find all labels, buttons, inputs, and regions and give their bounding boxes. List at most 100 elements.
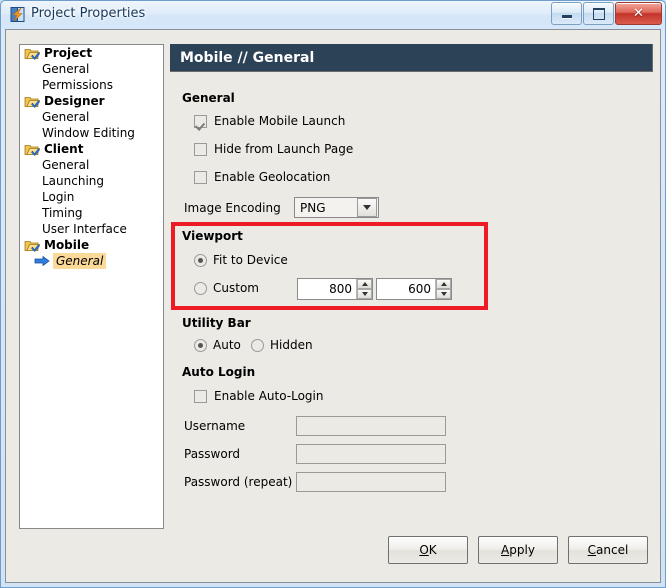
- panel-body: General Enable Mobile Launch Hide from L…: [170, 73, 648, 522]
- tree-item-designer-general[interactable]: General: [20, 109, 163, 125]
- image-encoding-row: Image Encoding PNG: [184, 197, 379, 218]
- viewport-height-value: 600: [377, 279, 435, 299]
- ok-button[interactable]: OK: [388, 536, 468, 564]
- hide-from-launch-page-checkbox[interactable]: Hide from Launch Page: [194, 142, 353, 156]
- tree-item-label: General: [53, 253, 106, 269]
- apply-button[interactable]: Apply: [478, 536, 558, 564]
- checkbox-icon: [194, 390, 207, 403]
- settings-tree[interactable]: Project General Permissions Designer Gen…: [19, 44, 164, 529]
- ignition-bolt-icon: [9, 6, 26, 23]
- checkbox-label: Enable Auto-Login: [214, 389, 323, 403]
- general-group-title: General: [182, 91, 235, 105]
- tree-item-label: Project: [44, 46, 92, 60]
- stepper-buttons: [435, 279, 451, 299]
- ok-button-mnemonic: O: [419, 543, 428, 557]
- radio-icon: [251, 339, 264, 352]
- checkbox-label: Hide from Launch Page: [214, 142, 353, 156]
- stepper-up-icon[interactable]: [436, 279, 451, 289]
- tree-item-client-general[interactable]: General: [20, 157, 163, 173]
- radio-label: Auto: [213, 338, 241, 352]
- dialog-body: Project General Permissions Designer Gen…: [5, 29, 661, 583]
- tree-item-label: Window Editing: [42, 126, 135, 140]
- password-repeat-row: Password (repeat): [184, 472, 446, 492]
- tree-item-project[interactable]: Project: [20, 45, 163, 61]
- tree-item-client[interactable]: Client: [20, 141, 163, 157]
- settings-content: Mobile // General General Enable Mobile …: [170, 44, 648, 522]
- password-label: Password: [184, 447, 296, 461]
- tree-item-designer[interactable]: Designer: [20, 93, 163, 109]
- checkbox-icon: [194, 143, 207, 156]
- tree-item-label: General: [42, 110, 89, 124]
- minimize-button[interactable]: [551, 2, 582, 25]
- checkbox-label: Enable Mobile Launch: [214, 114, 345, 128]
- radio-label: Fit to Device: [213, 253, 288, 267]
- ok-button-label: K: [429, 543, 437, 557]
- tree-item-client-login[interactable]: Login: [20, 189, 163, 205]
- viewport-height-stepper[interactable]: 600: [376, 278, 452, 300]
- tree-item-client-user-interface[interactable]: User Interface: [20, 221, 163, 237]
- stepper-buttons: [356, 279, 372, 299]
- tree-item-label: General: [42, 158, 89, 172]
- tree-item-label: Designer: [44, 94, 105, 108]
- tree-item-label: Mobile: [44, 238, 89, 252]
- image-encoding-select[interactable]: PNG: [294, 197, 379, 218]
- viewport-custom-radio[interactable]: Custom: [194, 281, 259, 295]
- stepper-up-icon[interactable]: [357, 279, 372, 289]
- checkbox-icon: [194, 115, 207, 128]
- password-repeat-label: Password (repeat): [184, 475, 296, 489]
- enable-geolocation-checkbox[interactable]: Enable Geolocation: [194, 170, 330, 184]
- utility-bar-hidden-radio[interactable]: Hidden: [251, 338, 313, 352]
- viewport-width-value: 800: [298, 279, 356, 299]
- username-row: Username: [184, 416, 446, 436]
- username-input[interactable]: [296, 416, 446, 436]
- utility-bar-auto-radio[interactable]: Auto: [194, 338, 241, 352]
- tree-item-client-timing[interactable]: Timing: [20, 205, 163, 221]
- close-button[interactable]: ✕: [615, 2, 662, 25]
- minimize-icon: [562, 15, 572, 18]
- username-label: Username: [184, 419, 296, 433]
- folder-check-icon: [24, 142, 40, 156]
- tree-item-mobile[interactable]: Mobile: [20, 237, 163, 253]
- radio-label: Custom: [213, 281, 259, 295]
- checkbox-label: Enable Geolocation: [214, 170, 330, 184]
- close-icon: ✕: [633, 7, 644, 20]
- tree-item-project-permissions[interactable]: Permissions: [20, 77, 163, 93]
- radio-label: Hidden: [270, 338, 313, 352]
- maximize-icon: [593, 8, 605, 20]
- auto-login-group-title: Auto Login: [182, 365, 255, 379]
- password-row: Password: [184, 444, 446, 464]
- viewport-fit-to-device-radio[interactable]: Fit to Device: [194, 253, 288, 267]
- password-repeat-input[interactable]: [296, 472, 446, 492]
- enable-mobile-launch-checkbox[interactable]: Enable Mobile Launch: [194, 114, 345, 128]
- tree-item-label: Timing: [42, 206, 83, 220]
- viewport-group-title: Viewport: [182, 229, 243, 243]
- folder-check-icon: [24, 94, 40, 108]
- cancel-button-mnemonic: C: [588, 543, 596, 557]
- tree-item-label: Launching: [42, 174, 104, 188]
- apply-button-label: pply: [509, 543, 535, 557]
- image-encoding-label: Image Encoding: [184, 201, 294, 215]
- tree-item-label: Permissions: [42, 78, 113, 92]
- tree-item-label: Login: [42, 190, 74, 204]
- image-encoding-value: PNG: [300, 201, 326, 215]
- arrow-right-icon: [34, 255, 50, 267]
- window-controls: ✕: [550, 2, 662, 25]
- cancel-button-label: ancel: [596, 543, 628, 557]
- window-titlebar[interactable]: Project Properties ✕: [1, 1, 665, 29]
- tree-item-label: Client: [44, 142, 83, 156]
- cancel-button[interactable]: Cancel: [568, 536, 648, 564]
- enable-auto-login-checkbox[interactable]: Enable Auto-Login: [194, 389, 323, 403]
- password-input[interactable]: [296, 444, 446, 464]
- dialog-button-bar: OK Apply Cancel: [388, 536, 648, 564]
- tree-item-mobile-general[interactable]: General: [20, 253, 163, 269]
- tree-item-client-launching[interactable]: Launching: [20, 173, 163, 189]
- viewport-width-stepper[interactable]: 800: [297, 278, 373, 300]
- stepper-down-icon[interactable]: [436, 289, 451, 299]
- tree-item-label: User Interface: [42, 222, 127, 236]
- chevron-down-icon[interactable]: [357, 198, 377, 217]
- folder-check-icon: [24, 46, 40, 60]
- stepper-down-icon[interactable]: [357, 289, 372, 299]
- maximize-button[interactable]: [583, 2, 614, 25]
- tree-item-designer-window-editing[interactable]: Window Editing: [20, 125, 163, 141]
- tree-item-project-general[interactable]: General: [20, 61, 163, 77]
